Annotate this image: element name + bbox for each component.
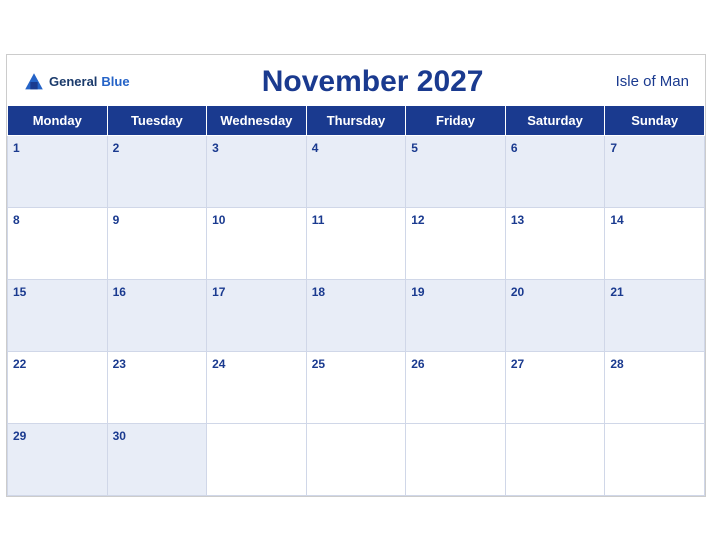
calendar-cell: 13 [505,207,605,279]
day-number: 17 [212,285,225,299]
calendar-cell: 29 [8,423,108,495]
region-label: Isle of Man [616,73,689,90]
day-number: 28 [610,357,623,371]
calendar-week-row: 29 30 [8,423,705,495]
calendar-cell: 20 [505,279,605,351]
day-number: 13 [511,213,524,227]
col-sunday: Sunday [605,105,705,135]
calendar-table: Monday Tuesday Wednesday Thursday Friday… [7,105,705,496]
day-number: 19 [411,285,424,299]
calendar-cell: 16 [107,279,207,351]
calendar-container: General Blue November 2027 Isle of Man M… [6,54,706,497]
calendar-week-row: 15 16 17 18 19 20 21 [8,279,705,351]
calendar-cell: 28 [605,351,705,423]
col-thursday: Thursday [306,105,406,135]
day-number: 16 [113,285,126,299]
calendar-cell: 12 [406,207,506,279]
weekday-header-row: Monday Tuesday Wednesday Thursday Friday… [8,105,705,135]
day-number: 29 [13,429,26,443]
calendar-cell: 18 [306,279,406,351]
logo-general-text: General [49,74,97,89]
day-number: 4 [312,141,319,155]
calendar-cell [207,423,307,495]
calendar-cell: 22 [8,351,108,423]
col-monday: Monday [8,105,108,135]
calendar-cell: 27 [505,351,605,423]
day-number: 26 [411,357,424,371]
calendar-cell: 25 [306,351,406,423]
calendar-cell: 10 [207,207,307,279]
day-number: 5 [411,141,418,155]
logo-area: General Blue [23,71,130,93]
calendar-cell: 7 [605,135,705,207]
day-number: 9 [113,213,120,227]
calendar-header: General Blue November 2027 Isle of Man [7,55,705,105]
calendar-cell: 15 [8,279,108,351]
day-number: 15 [13,285,26,299]
day-number: 12 [411,213,424,227]
calendar-cell: 21 [605,279,705,351]
day-number: 20 [511,285,524,299]
day-number: 30 [113,429,126,443]
calendar-cell: 5 [406,135,506,207]
calendar-cell [306,423,406,495]
day-number: 14 [610,213,623,227]
day-number: 25 [312,357,325,371]
calendar-cell: 26 [406,351,506,423]
calendar-cell: 19 [406,279,506,351]
calendar-cell: 24 [207,351,307,423]
col-wednesday: Wednesday [207,105,307,135]
calendar-cell: 11 [306,207,406,279]
day-number: 24 [212,357,225,371]
calendar-cell: 17 [207,279,307,351]
calendar-cell: 30 [107,423,207,495]
day-number: 23 [113,357,126,371]
calendar-week-row: 1 2 3 4 5 6 7 [8,135,705,207]
calendar-cell [406,423,506,495]
calendar-title: November 2027 [262,65,484,99]
day-number: 3 [212,141,219,155]
col-friday: Friday [406,105,506,135]
calendar-cell: 4 [306,135,406,207]
calendar-cell: 6 [505,135,605,207]
day-number: 22 [13,357,26,371]
calendar-week-row: 22 23 24 25 26 27 28 [8,351,705,423]
calendar-cell: 2 [107,135,207,207]
calendar-cell: 3 [207,135,307,207]
day-number: 7 [610,141,617,155]
logo-blue-text: Blue [101,74,129,89]
col-tuesday: Tuesday [107,105,207,135]
day-number: 1 [13,141,20,155]
day-number: 10 [212,213,225,227]
logo-icon [23,71,45,93]
logo-text: General Blue [23,71,130,93]
day-number: 21 [610,285,623,299]
calendar-cell: 9 [107,207,207,279]
calendar-week-row: 8 9 10 11 12 13 14 [8,207,705,279]
day-number: 11 [312,213,325,227]
calendar-cell: 14 [605,207,705,279]
col-saturday: Saturday [505,105,605,135]
calendar-cell: 1 [8,135,108,207]
day-number: 6 [511,141,518,155]
calendar-cell: 8 [8,207,108,279]
calendar-cell [605,423,705,495]
calendar-cell: 23 [107,351,207,423]
calendar-cell [505,423,605,495]
day-number: 8 [13,213,20,227]
day-number: 2 [113,141,120,155]
day-number: 27 [511,357,524,371]
day-number: 18 [312,285,325,299]
